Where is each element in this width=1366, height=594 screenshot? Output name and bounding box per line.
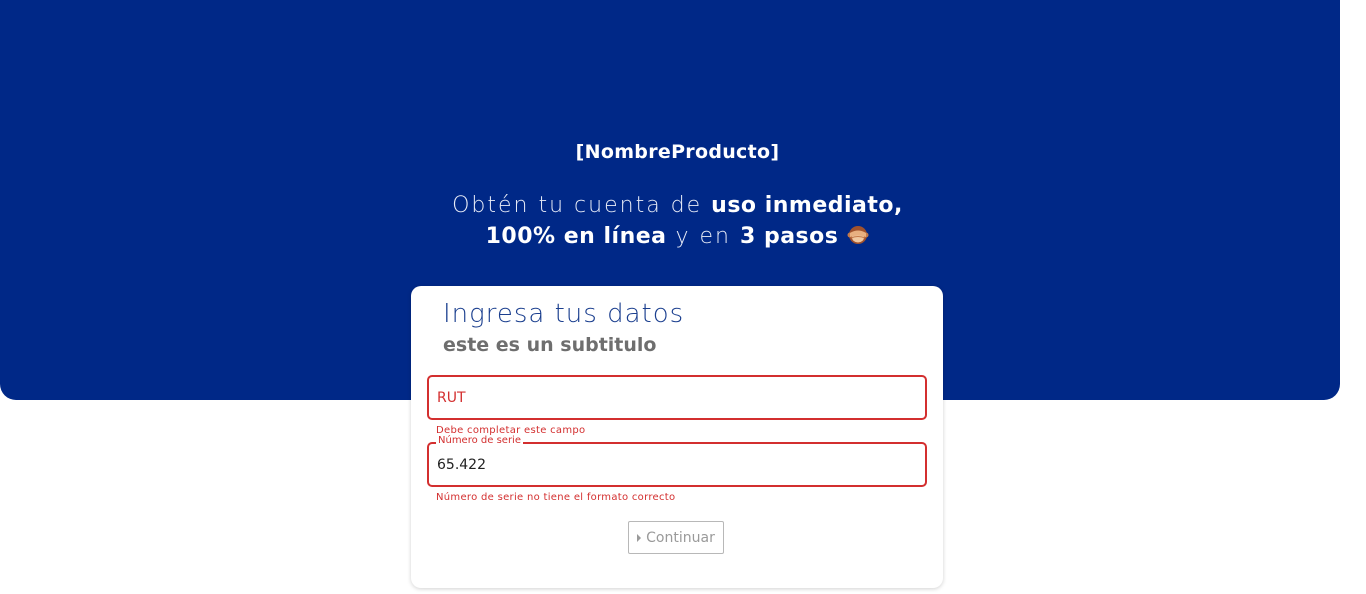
serie-error-message: Número de serie no tiene el formato corr… <box>436 492 676 503</box>
form-card: Ingresa tus datos este es un subtitulo D… <box>411 286 943 588</box>
tagline-text-2: y en <box>666 224 740 249</box>
rut-input[interactable] <box>429 377 925 418</box>
tagline-text-1: Obtén tu cuenta de <box>452 193 712 218</box>
form-subtitle: este es un subtitulo <box>443 334 657 356</box>
continue-button[interactable]: Continuar <box>628 521 724 554</box>
continue-label: Continuar <box>646 529 715 546</box>
rut-field <box>427 375 927 420</box>
serie-field: Número de serie <box>427 435 927 487</box>
serie-input[interactable] <box>429 444 925 485</box>
tagline-bold-2: 100% en línea <box>485 224 667 249</box>
form-title: Ingresa tus datos <box>443 299 685 329</box>
product-name: [NombreProducto] <box>575 141 780 163</box>
caret-right-icon <box>637 533 642 542</box>
tagline-bold-1: uso inmediato, <box>711 193 903 218</box>
tagline: Obtén tu cuenta de uso inmediato, 100% e… <box>0 190 1355 252</box>
see-no-evil-monkey-icon <box>847 224 869 246</box>
tagline-bold-3: 3 pasos <box>740 224 839 249</box>
